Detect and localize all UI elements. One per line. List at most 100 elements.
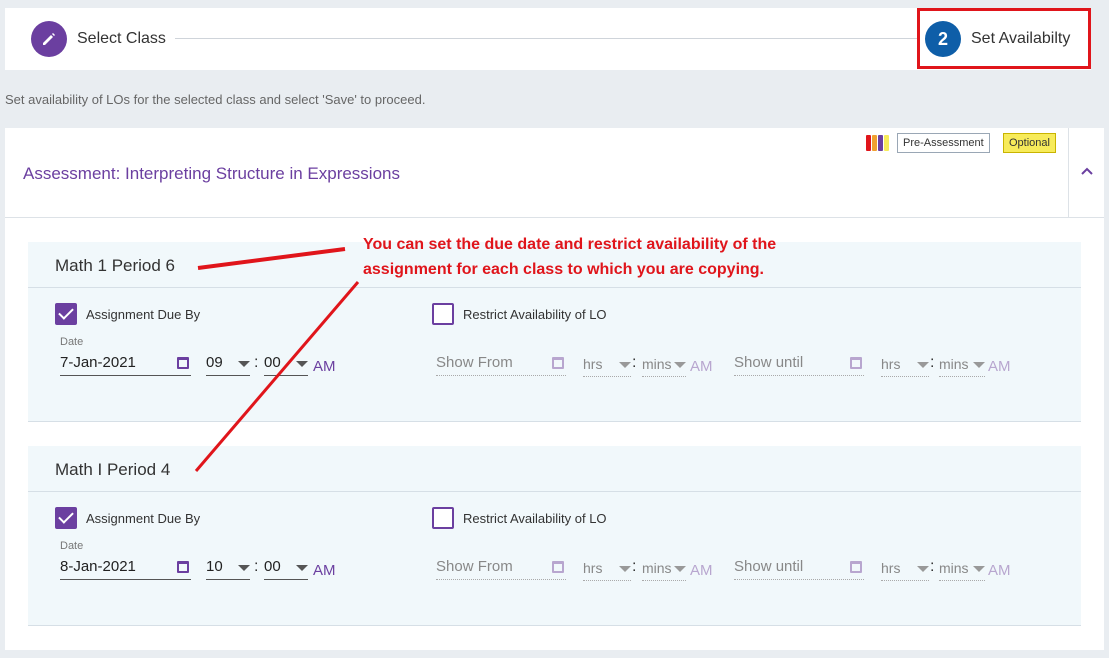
mins-placeholder: mins bbox=[642, 356, 672, 372]
restrict-availability-checkbox[interactable] bbox=[432, 303, 454, 325]
instruction-text: Set availability of LOs for the selected… bbox=[5, 92, 426, 107]
mins-placeholder: mins bbox=[939, 560, 969, 576]
pre-assessment-badge: Pre-Assessment bbox=[897, 133, 990, 153]
calendar-icon[interactable] bbox=[850, 561, 862, 573]
from-minute-select[interactable]: mins bbox=[642, 557, 686, 581]
caret-down-icon bbox=[296, 565, 308, 571]
optional-badge: Optional bbox=[1003, 133, 1056, 153]
caret-down-icon bbox=[973, 566, 985, 572]
icon-bar bbox=[884, 135, 889, 151]
time-separator: : bbox=[632, 558, 637, 575]
hrs-placeholder: hrs bbox=[881, 560, 901, 576]
divider bbox=[28, 287, 1081, 288]
assessment-header[interactable]: Pre-Assessment Optional Assessment: Inte… bbox=[5, 128, 1104, 218]
time-separator: : bbox=[930, 558, 935, 575]
assessment-title: Assessment: Interpreting Structure in Ex… bbox=[23, 164, 400, 183]
minute-value: 00 bbox=[264, 354, 281, 371]
until-minute-select[interactable]: mins bbox=[939, 353, 985, 377]
due-date-field[interactable]: 7-Jan-2021 bbox=[60, 352, 191, 376]
show-from-field[interactable]: Show From bbox=[436, 352, 566, 376]
icon-bar bbox=[866, 135, 871, 151]
hour-value: 09 bbox=[206, 354, 223, 371]
chevron-up-icon[interactable] bbox=[1075, 160, 1099, 184]
class-name: Math I Period 4 bbox=[55, 460, 171, 479]
caret-down-icon bbox=[619, 362, 631, 368]
from-ampm-toggle[interactable]: AM bbox=[690, 562, 713, 579]
caret-down-icon bbox=[917, 362, 929, 368]
calendar-icon[interactable] bbox=[850, 357, 862, 369]
annotation-callout: You can set the due date and restrict av… bbox=[363, 232, 863, 282]
from-hour-select[interactable]: hrs bbox=[583, 557, 631, 581]
due-date-value: 8-Jan-2021 bbox=[60, 558, 136, 575]
due-by-label: Assignment Due By bbox=[86, 307, 201, 322]
icon-bar bbox=[872, 135, 877, 151]
time-separator: : bbox=[254, 558, 259, 575]
date-label: Date bbox=[60, 540, 84, 552]
caret-down-icon bbox=[296, 361, 308, 367]
show-from-placeholder: Show From bbox=[436, 558, 513, 575]
caret-down-icon bbox=[674, 566, 686, 572]
divider bbox=[28, 421, 1081, 422]
hour-select[interactable]: 10 bbox=[206, 556, 250, 580]
hour-select[interactable]: 09 bbox=[206, 352, 250, 376]
hour-value: 10 bbox=[206, 558, 223, 575]
due-by-label: Assignment Due By bbox=[86, 511, 201, 526]
caret-down-icon bbox=[973, 362, 985, 368]
restrict-availability-label: Restrict Availability of LO bbox=[463, 511, 607, 526]
calendar-icon[interactable] bbox=[177, 561, 189, 573]
icon-bar bbox=[878, 135, 883, 151]
caret-down-icon bbox=[917, 566, 929, 572]
calendar-icon[interactable] bbox=[552, 357, 564, 369]
from-hour-select[interactable]: hrs bbox=[583, 353, 631, 377]
hrs-placeholder: hrs bbox=[583, 560, 603, 576]
show-until-placeholder: Show until bbox=[734, 354, 804, 371]
mins-placeholder: mins bbox=[939, 356, 969, 372]
until-ampm-toggle[interactable]: AM bbox=[988, 562, 1011, 579]
show-until-field[interactable]: Show until bbox=[734, 352, 864, 376]
divider bbox=[1068, 128, 1069, 218]
caret-down-icon bbox=[674, 362, 686, 368]
hrs-placeholder: hrs bbox=[583, 356, 603, 372]
hrs-placeholder: hrs bbox=[881, 356, 901, 372]
caret-down-icon bbox=[619, 566, 631, 572]
minute-select[interactable]: 00 bbox=[264, 352, 308, 376]
due-date-value: 7-Jan-2021 bbox=[60, 354, 136, 371]
calendar-icon[interactable] bbox=[552, 561, 564, 573]
calendar-icon[interactable] bbox=[177, 357, 189, 369]
minute-select[interactable]: 00 bbox=[264, 556, 308, 580]
due-by-checkbox[interactable] bbox=[55, 507, 77, 529]
divider bbox=[28, 491, 1081, 492]
time-separator: : bbox=[930, 354, 935, 371]
until-ampm-toggle[interactable]: AM bbox=[988, 358, 1011, 375]
due-by-checkbox[interactable] bbox=[55, 303, 77, 325]
until-hour-select[interactable]: hrs bbox=[881, 557, 929, 581]
annotation-highlight-box bbox=[917, 8, 1091, 69]
step-select-class[interactable]: Select Class bbox=[31, 8, 166, 70]
caret-down-icon bbox=[238, 565, 250, 571]
show-until-field[interactable]: Show until bbox=[734, 556, 864, 580]
ampm-toggle[interactable]: AM bbox=[313, 562, 336, 579]
assessment-type-icon bbox=[866, 135, 889, 151]
until-hour-select[interactable]: hrs bbox=[881, 353, 929, 377]
stepper-connector bbox=[175, 38, 920, 39]
until-minute-select[interactable]: mins bbox=[939, 557, 985, 581]
class-card: Math I Period 4 Assignment Due By Restri… bbox=[28, 446, 1081, 626]
due-date-field[interactable]: 8-Jan-2021 bbox=[60, 556, 191, 580]
time-separator: : bbox=[632, 354, 637, 371]
step-label: Select Class bbox=[77, 30, 166, 47]
restrict-availability-label: Restrict Availability of LO bbox=[463, 307, 607, 322]
from-ampm-toggle[interactable]: AM bbox=[690, 358, 713, 375]
annotation-line: You can set the due date and restrict av… bbox=[363, 236, 777, 253]
class-name: Math 1 Period 6 bbox=[55, 256, 176, 275]
date-label: Date bbox=[60, 336, 84, 348]
ampm-toggle[interactable]: AM bbox=[313, 358, 336, 375]
caret-down-icon bbox=[238, 361, 250, 367]
show-from-field[interactable]: Show From bbox=[436, 556, 566, 580]
mins-placeholder: mins bbox=[642, 560, 672, 576]
pencil-icon bbox=[31, 21, 67, 57]
restrict-availability-checkbox[interactable] bbox=[432, 507, 454, 529]
minute-value: 00 bbox=[264, 558, 281, 575]
annotation-line: assignment for each class to which you a… bbox=[363, 261, 764, 278]
from-minute-select[interactable]: mins bbox=[642, 353, 686, 377]
time-separator: : bbox=[254, 354, 259, 371]
